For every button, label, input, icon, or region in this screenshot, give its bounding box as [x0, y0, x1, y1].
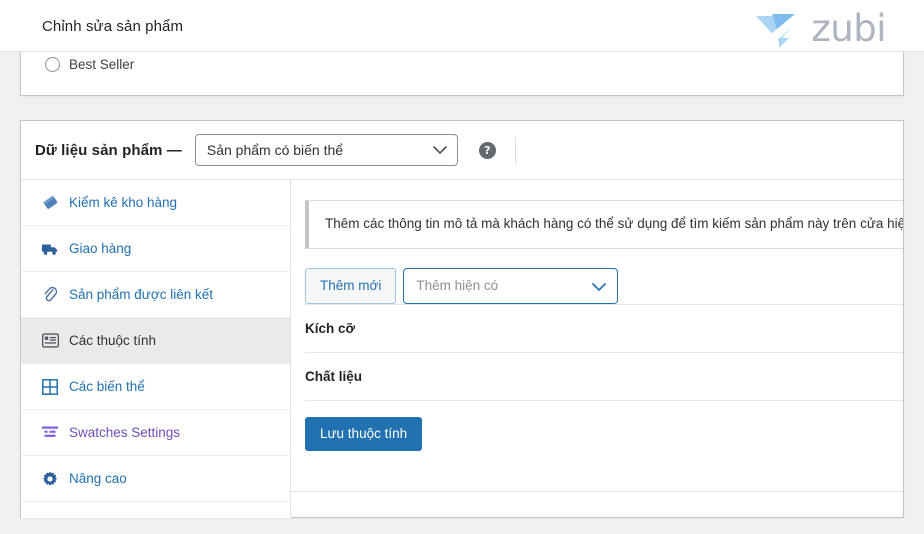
variations-grid-icon	[41, 378, 59, 396]
table-row[interactable]: Chất liệu	[305, 352, 903, 400]
sidebar-item-attributes[interactable]: Các thuộc tính	[21, 318, 290, 364]
paperclip-link-icon	[41, 286, 59, 304]
sidebar-item-label: Swatches Settings	[69, 425, 181, 440]
table-row[interactable]: Kích cỡ	[305, 304, 903, 352]
sidebar-item-label: Kiểm kê kho hàng	[69, 195, 178, 210]
product-data-title: Dữ liệu sản phẩm —	[35, 141, 182, 159]
brand-wordmark: zubi	[811, 6, 886, 50]
best-seller-label: Best Seller	[69, 57, 135, 72]
sidebar-item-label: Các thuộc tính	[69, 333, 157, 348]
swatches-sliders-icon	[41, 424, 59, 442]
product-type-select-wrapper[interactable]: Sản phẩm có biến thể	[194, 134, 458, 166]
sidebar-item-shipping[interactable]: Giao hàng	[21, 226, 290, 272]
shipping-truck-icon	[41, 240, 59, 258]
product-type-select[interactable]: Sản phẩm có biến thể	[194, 134, 458, 166]
sidebar-item-label: Nâng cao	[69, 471, 127, 486]
sidebar-item-label: Giao hàng	[69, 241, 132, 256]
product-data-body: Kiểm kê kho hàng Giao hàng Sản phẩm được…	[21, 180, 903, 518]
sidebar-item-advanced[interactable]: Nâng cao	[21, 456, 290, 502]
sidebar-item-label: Sản phẩm được liên kết	[69, 287, 213, 302]
gear-icon	[41, 470, 59, 488]
product-data-tab-list: Kiểm kê kho hàng Giao hàng Sản phẩm được…	[21, 180, 291, 518]
gem-logo-icon	[756, 10, 804, 48]
existing-attribute-placeholder: Thêm hiện có	[416, 278, 499, 294]
page-title: Chỉnh sửa sản phẩm	[42, 18, 184, 35]
attributes-notice: Thêm các thông tin mô tả mà khách hàng c…	[305, 200, 903, 250]
attributes-panel-content: Thêm các thông tin mô tả mà khách hàng c…	[291, 180, 903, 518]
attribute-name: Kích cỡ	[305, 321, 356, 337]
sidebar-item-inventory[interactable]: Kiểm kê kho hàng	[21, 180, 290, 226]
attributes-toolbar: Thêm mới Thêm hiện có	[305, 268, 903, 305]
attribute-name: Chất liệu	[305, 369, 363, 385]
sidebar-item-linked-products[interactable]: Sản phẩm được liên kết	[21, 272, 290, 318]
help-icon[interactable]: ?	[478, 141, 496, 159]
sidebar-item-label: Các biến thể	[69, 379, 145, 394]
add-new-attribute-button[interactable]: Thêm mới	[305, 268, 397, 305]
header-divider	[514, 137, 516, 163]
product-data-panel: Dữ liệu sản phẩm — Sản phẩm có biến thể …	[20, 120, 904, 518]
best-seller-radio-input[interactable]	[45, 57, 60, 72]
chevron-down-icon	[592, 283, 607, 292]
attributes-list-icon	[41, 332, 59, 350]
zubi-brand-logo: zubi	[753, 8, 886, 48]
admin-header-bar: Chỉnh sửa sản phẩm zubi	[0, 0, 924, 52]
sidebar-item-variations[interactable]: Các biến thể	[21, 364, 290, 410]
save-attributes-bar: Lưu thuộc tính	[305, 400, 903, 452]
existing-attribute-select[interactable]: Thêm hiện có	[403, 268, 619, 305]
sidebar-item-swatches-settings[interactable]: Swatches Settings	[21, 410, 290, 456]
product-data-header: Dữ liệu sản phẩm — Sản phẩm có biến thể …	[21, 121, 903, 180]
panel-footer-strip	[291, 491, 903, 518]
best-seller-radio-row[interactable]: Best Seller	[45, 57, 134, 72]
save-attributes-button[interactable]: Lưu thuộc tính	[305, 417, 423, 452]
inventory-tag-icon	[41, 194, 59, 212]
